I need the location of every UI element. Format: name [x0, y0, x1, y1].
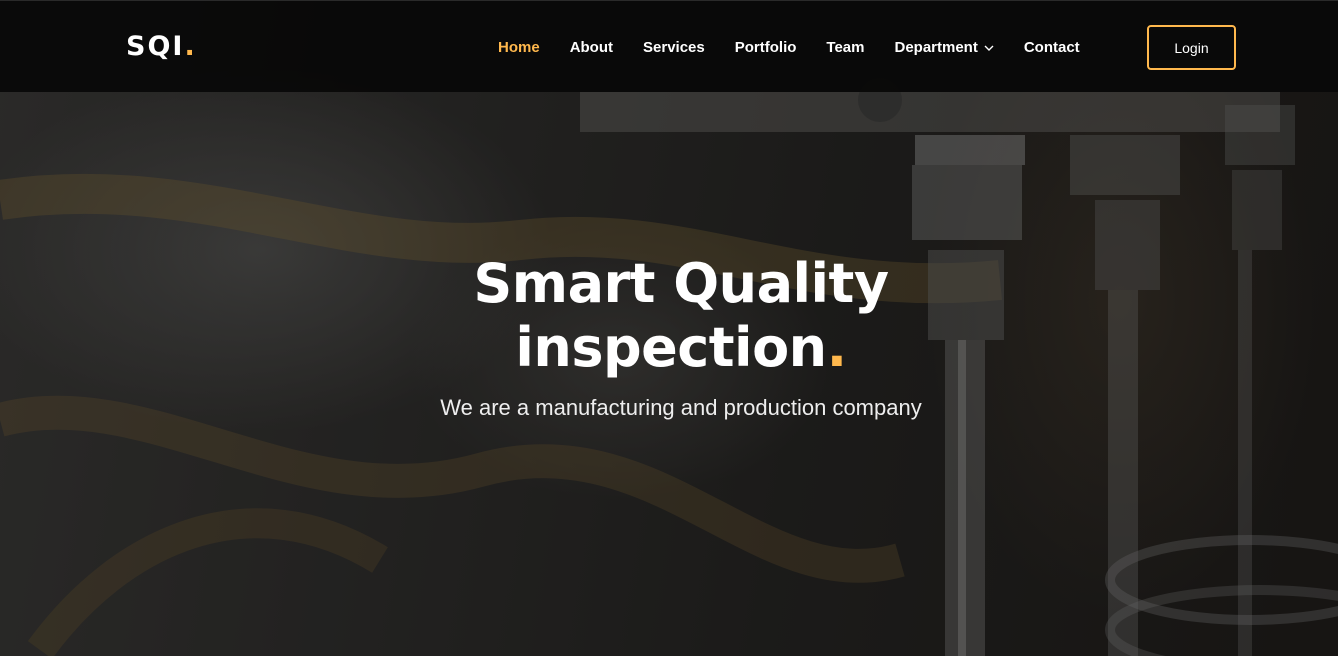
- hero-content: Smart Quality inspection. We are a manuf…: [0, 252, 1338, 422]
- nav-item-team[interactable]: Team: [826, 38, 864, 58]
- login-button[interactable]: Login: [1147, 25, 1236, 70]
- nav-item-home[interactable]: Home: [498, 38, 540, 58]
- nav-item-department-label: Department: [894, 39, 978, 56]
- nav-item-department[interactable]: Department: [894, 38, 994, 58]
- main-nav: Home About Services Portfolio Team Depar…: [498, 38, 1110, 58]
- logo-dot: .: [184, 31, 197, 62]
- nav-item-about[interactable]: About: [570, 38, 613, 58]
- page: SQI. Home About Services Portfolio Team …: [0, 0, 1338, 656]
- site-header: SQI. Home About Services Portfolio Team …: [0, 0, 1338, 92]
- nav-item-services[interactable]: Services: [643, 38, 705, 58]
- hero-title-line1: Smart Quality: [473, 252, 889, 315]
- hero-title-line2: inspection: [515, 316, 827, 379]
- chevron-down-icon: [984, 45, 994, 51]
- logo-text: SQI: [126, 31, 185, 62]
- hero-subtitle: We are a manufacturing and production co…: [440, 395, 922, 420]
- hero-title-dot: .: [826, 316, 848, 379]
- nav-item-contact[interactable]: Contact: [1024, 38, 1080, 58]
- logo[interactable]: SQI.: [126, 29, 197, 65]
- nav-item-portfolio[interactable]: Portfolio: [735, 38, 797, 58]
- hero-title: Smart Quality inspection.: [0, 252, 1338, 380]
